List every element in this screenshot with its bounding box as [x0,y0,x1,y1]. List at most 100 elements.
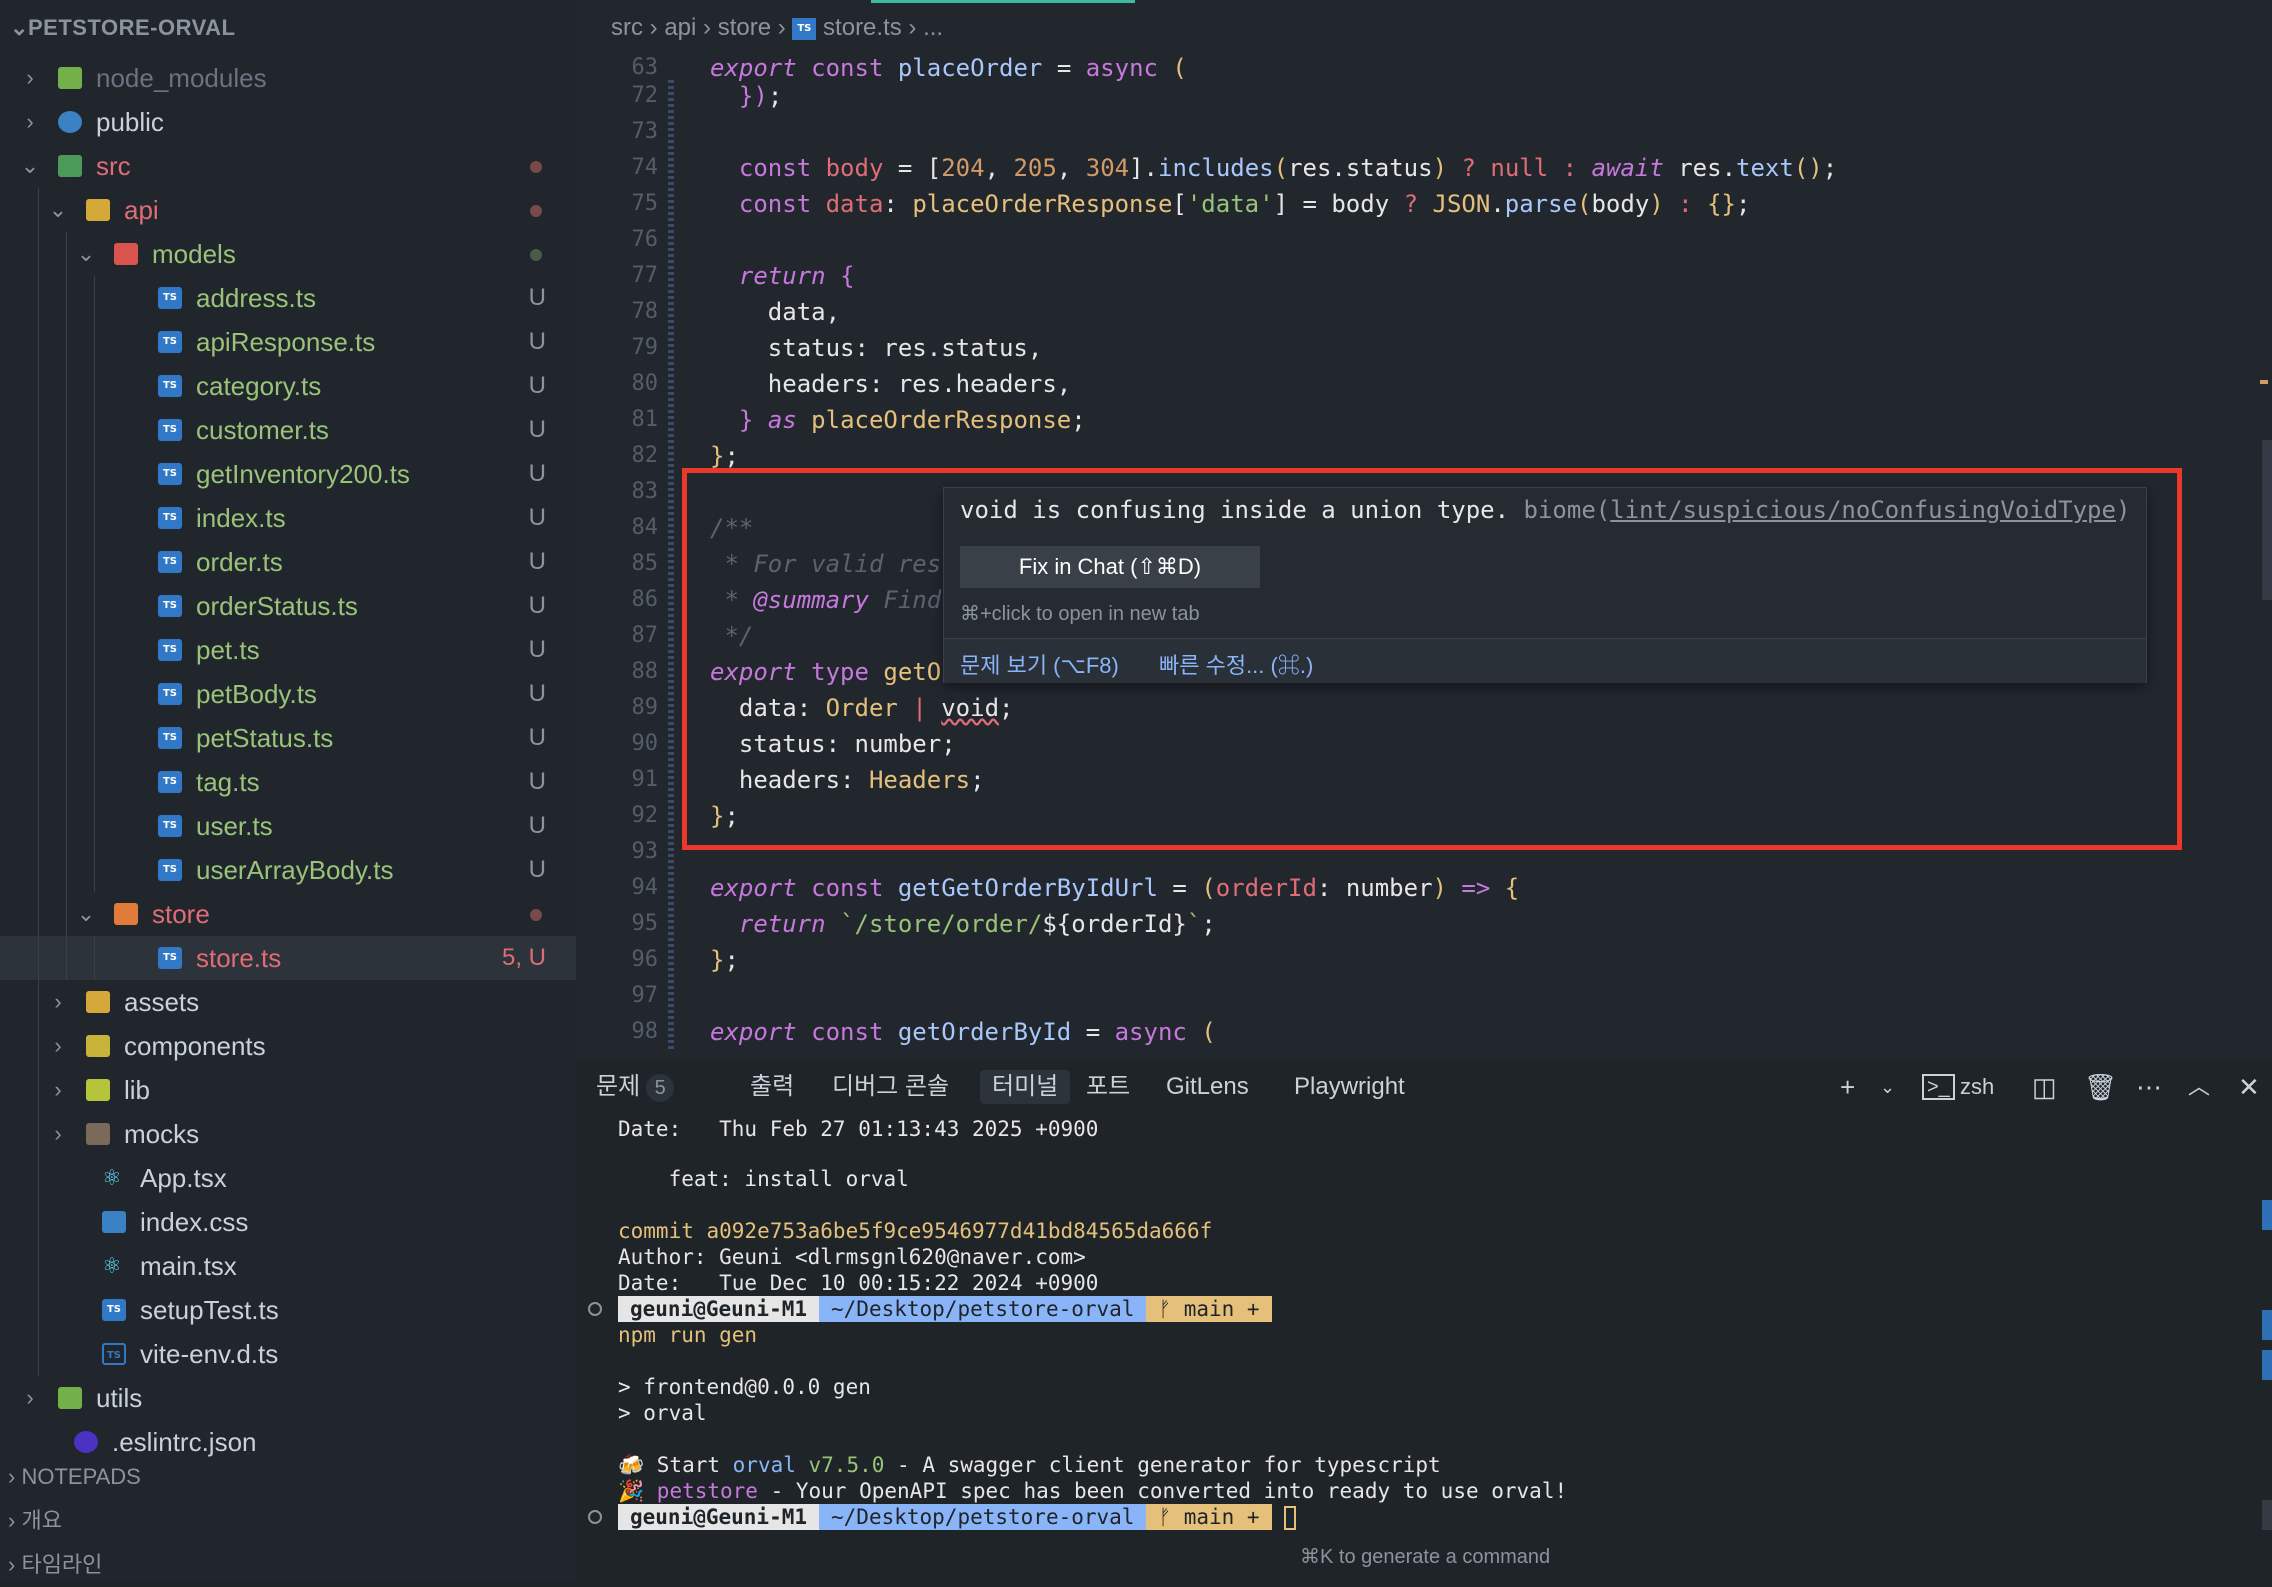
chevron-right-icon[interactable]: › [46,1068,70,1112]
shell-label[interactable]: zsh [1960,1070,1994,1104]
tree-item[interactable]: › mocks [0,1112,576,1156]
chevron-right-icon[interactable]: › [18,1376,42,1420]
tree-item[interactable]: TS apiResponse.ts U [0,320,576,364]
tree-item[interactable]: TS setupTest.ts [0,1288,576,1332]
tree-item[interactable]: TS index.ts U [0,496,576,540]
tree-item[interactable]: TS petStatus.ts U [0,716,576,760]
orval-name: orval [732,1453,796,1477]
tree-item[interactable]: TS vite-env.d.ts [0,1332,576,1376]
tree-item[interactable]: TS orderStatus.ts U [0,584,576,628]
view-problem-link[interactable]: 문제 보기 (⌥F8) [960,648,1119,680]
indent-guide [38,452,39,496]
tab-ports[interactable]: 포트 [1074,1070,1142,1104]
tree-item[interactable]: ⚛ main.tsx [0,1244,576,1288]
prompt-path: ~/Desktop/petstore-orval [819,1504,1147,1530]
tree-item[interactable]: ⌄ api [0,188,576,232]
tree-item[interactable]: › assets [0,980,576,1024]
breadcrumb-store[interactable]: store [718,14,771,41]
tree-item[interactable]: TS order.ts U [0,540,576,584]
git-status-badge: U [528,680,546,707]
tree-item[interactable]: › public [0,100,576,144]
tree-item[interactable]: TS userArrayBody.ts U [0,848,576,892]
indent-guide [66,320,67,364]
section-notepads[interactable]: › NOTEPADS [0,1455,576,1499]
indent-guide [38,540,39,584]
section-outline[interactable]: › 개요 [0,1499,576,1543]
indent-guide [38,276,39,320]
fix-in-chat-button[interactable]: Fix in Chat (⇧⌘D) [960,546,1260,588]
chevron-right-icon[interactable]: › [18,56,42,100]
scroll-marker [2262,1200,2272,1230]
folder-icon [114,243,138,265]
plus-icon[interactable]: + [1840,1070,1855,1104]
terminal-output[interactable]: Date: Thu Feb 27 01:13:43 2025 +0900 fea… [588,1116,2232,1530]
tree-item[interactable]: TS tag.ts U [0,760,576,804]
emoji-text: 🍻 Start [618,1453,733,1477]
more-icon[interactable]: ⋯ [2136,1070,2162,1104]
maximize-icon[interactable]: ︿ [2188,1070,2210,1104]
chevron-down-icon[interactable]: ⌄ [74,892,98,936]
tree-item[interactable]: TS store.ts 5, U [0,936,576,980]
rule-link[interactable]: lint/suspicious/noConfusingVoidType [1610,496,2116,524]
chevron-down-icon[interactable]: ⌄ [46,188,70,232]
modified-dot [530,161,542,173]
breadcrumb-api[interactable]: api [664,14,696,41]
tab-output[interactable]: 출력 [738,1070,806,1104]
chevron-down-icon[interactable]: ⌄ [1880,1070,1895,1104]
tree-item[interactable]: TS address.ts U [0,276,576,320]
close-icon[interactable]: ✕ [2238,1070,2260,1104]
tree-item[interactable]: index.css [0,1200,576,1244]
tree-item[interactable]: TS getInventory200.ts U [0,452,576,496]
tab-gitlens[interactable]: GitLens [1154,1070,1261,1104]
indent-guide [94,452,95,496]
chevron-right-icon[interactable]: › [46,980,70,1024]
chevron-right-icon[interactable]: › [18,100,42,144]
breadcrumb-src[interactable]: src [611,14,643,41]
explorer-header[interactable]: ⌄PETSTORE-ORVAL [0,0,576,56]
trash-icon[interactable]: 🗑 [2084,1070,2117,1104]
tree-item-label: setupTest.ts [140,1295,279,1325]
tree-item[interactable]: › node_modules [0,56,576,100]
section-timeline[interactable]: › 타임라인 [0,1543,576,1587]
indent-guide [38,628,39,672]
chevron-down-icon[interactable]: ⌄ [74,232,98,276]
section-label: 타임라인 [21,1552,103,1577]
tree-item[interactable]: TS user.ts U [0,804,576,848]
tree-item-label: store [152,899,210,929]
prompt-branch: ᚠ main + [1146,1504,1272,1530]
tab-problems[interactable]: 문제 5 [584,1070,686,1104]
folder-icon [58,155,82,177]
tab-playwright[interactable]: Playwright [1282,1070,1417,1104]
git-status-badge: 5, U [501,944,546,971]
breadcrumb-file[interactable]: store.ts [823,14,902,41]
indent-guide [94,496,95,540]
tab-debug-console[interactable]: 디버그 콘솔 [820,1070,961,1104]
tree-item-label: address.ts [196,283,316,313]
tree-item[interactable]: TS category.ts U [0,364,576,408]
quick-fix-link[interactable]: 빠른 수정... (⌘.) [1159,648,1313,680]
chevron-right-icon[interactable]: › [46,1112,70,1156]
indent-guide [94,364,95,408]
modified-dot [530,249,542,261]
chevron-down-icon[interactable]: ⌄ [18,144,42,188]
tree-item-label: public [96,107,164,137]
tree-item[interactable]: TS customer.ts U [0,408,576,452]
tree-item[interactable]: ⌄ store [0,892,576,936]
tree-item[interactable]: TS petBody.ts U [0,672,576,716]
tree-item-label: user.ts [196,811,273,841]
tab-terminal[interactable]: 터미널 [980,1070,1071,1104]
tree-item[interactable]: ⌄ models [0,232,576,276]
tree-item[interactable]: ⚛ App.tsx [0,1156,576,1200]
tree-item[interactable]: › utils [0,1376,576,1420]
chevron-right-icon[interactable]: › [46,1024,70,1068]
editor-scrollbar[interactable] [2262,440,2272,600]
tree-item[interactable]: › components [0,1024,576,1068]
terminal-line: commit a092e753a6be5f9ce9546977d41bd8456… [618,1219,1213,1243]
tree-item-label: orderStatus.ts [196,591,358,621]
tree-item[interactable]: › lib [0,1068,576,1112]
tree-item[interactable]: ⌄ src [0,144,576,188]
split-terminal-icon[interactable]: ◫ [2032,1070,2057,1104]
breadcrumb-symbol[interactable]: ... [923,14,943,41]
tree-item[interactable]: TS pet.ts U [0,628,576,672]
git-gutter-added [668,80,674,1050]
